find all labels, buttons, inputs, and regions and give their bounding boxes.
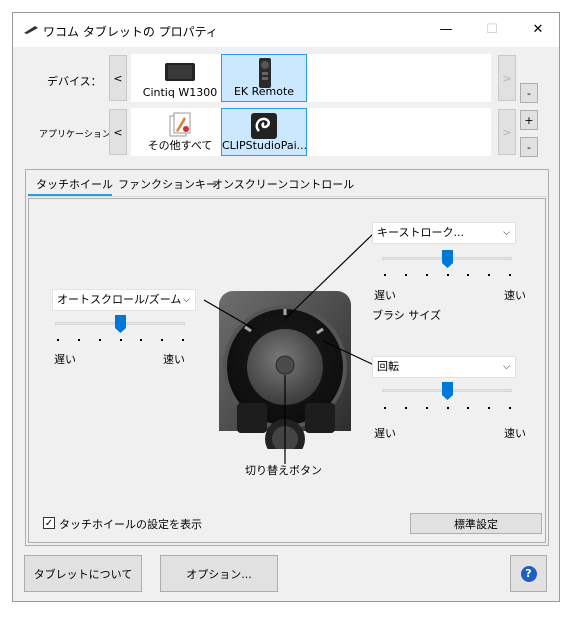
- slider-tick: [446, 274, 449, 276]
- device-name: EK Remote: [233, 85, 295, 98]
- slider-tick: [467, 407, 470, 409]
- top-right-fast-label: 速い: [504, 289, 526, 302]
- app-tile-all[interactable]: その他すべて: [137, 108, 223, 156]
- devices-prev-button[interactable]: <: [109, 55, 127, 101]
- touch-wheel-tab-content: オートスクロール/ズーム ⌵ 遅い 速い キーストローク... ⌵ 遅い 速い …: [28, 198, 546, 543]
- applications-next-button[interactable]: >: [498, 109, 516, 155]
- devices-next-button[interactable]: >: [498, 55, 516, 101]
- add-application-button[interactable]: +: [520, 110, 538, 130]
- applications-label: アプリケーション:: [39, 130, 114, 140]
- app-name: その他すべて: [147, 139, 213, 152]
- tab-touch-wheel[interactable]: タッチホイール: [36, 176, 113, 192]
- slider-tick: [119, 339, 122, 341]
- tab-onscreen-controls[interactable]: オンスクリーンコントロール: [212, 176, 354, 192]
- toggle-button-caption: 切り替えボタン: [245, 464, 322, 477]
- about-tablet-button[interactable]: タブレットについて: [24, 555, 142, 592]
- slider-tick: [384, 407, 386, 409]
- app-name: CLIPStudioPai...: [222, 139, 306, 152]
- device-tile-cintiq[interactable]: Cintiq W1300: [137, 54, 223, 102]
- slider-tick: [161, 339, 164, 341]
- clip-studio-icon: [251, 113, 277, 139]
- top-right-speed-slider[interactable]: [441, 250, 453, 268]
- slider-tick: [404, 274, 407, 276]
- help-icon: ?: [520, 565, 537, 582]
- left-fast-label: 速い: [163, 353, 185, 366]
- all-apps-icon: [169, 112, 191, 137]
- slider-tick: [98, 339, 101, 341]
- dropdown-value: キーストローク...: [377, 226, 464, 239]
- slider-tick: [425, 407, 428, 409]
- slider-tick: [467, 274, 470, 276]
- bottom-right-speed-ticks: [384, 407, 511, 410]
- bottom-right-fast-label: 速い: [504, 427, 526, 440]
- tablet-icon: [165, 63, 195, 81]
- applications-list: その他すべて CLIPStudioPai...: [131, 108, 491, 156]
- left-slow-label: 遅い: [54, 353, 76, 366]
- remove-application-button[interactable]: -: [520, 137, 538, 157]
- settings-panel: タッチホイール ファンクションキー オンスクリーンコントロール オートスクロール…: [25, 169, 549, 546]
- slider-tick: [384, 274, 386, 276]
- top-right-action-dropdown[interactable]: キーストローク... ⌵: [372, 222, 516, 244]
- left-speed-ticks: [57, 339, 184, 342]
- dropdown-value: 回転: [377, 360, 399, 373]
- title-bar: ワコム タブレットの プロパティ — ☐ ✕: [13, 13, 559, 47]
- window-title: ワコム タブレットの プロパティ: [43, 25, 218, 39]
- device-tile-ek-remote[interactable]: EK Remote: [221, 54, 307, 102]
- device-name: Cintiq W1300: [142, 86, 218, 99]
- active-tab-indicator: [28, 194, 112, 196]
- show-settings-label: タッチホイールの設定を表示: [59, 518, 202, 531]
- chevron-down-icon: ⌵: [183, 295, 190, 305]
- default-settings-button[interactable]: 標準設定: [410, 513, 542, 534]
- options-button[interactable]: オプション...: [160, 555, 278, 592]
- top-right-speed-ticks: [384, 274, 511, 277]
- checkmark-icon: ✓: [44, 517, 54, 529]
- top-right-slow-label: 遅い: [374, 289, 396, 302]
- show-settings-checkbox[interactable]: ✓: [43, 517, 55, 529]
- app-tile-clip-studio[interactable]: CLIPStudioPai...: [221, 108, 307, 156]
- slider-tick: [182, 339, 184, 341]
- slider-tick: [488, 274, 491, 276]
- slider-tick: [404, 407, 407, 409]
- remove-device-button[interactable]: -: [520, 83, 538, 103]
- maximize-button[interactable]: ☐: [469, 13, 515, 45]
- chevron-down-icon: ⌵: [503, 228, 510, 238]
- slider-tick: [57, 339, 59, 341]
- chevron-down-icon: ⌵: [503, 362, 510, 372]
- slider-tick: [446, 407, 449, 409]
- dropdown-value: オートスクロール/ズーム: [57, 293, 182, 306]
- tab-bar: タッチホイール ファンクションキー オンスクリーンコントロール: [26, 170, 548, 197]
- bottom-right-action-dropdown[interactable]: 回転 ⌵: [372, 356, 516, 378]
- tab-function-keys[interactable]: ファンクションキー: [118, 176, 217, 192]
- bottom-right-slow-label: 遅い: [374, 427, 396, 440]
- slider-tick: [509, 274, 511, 276]
- minimize-button[interactable]: —: [423, 13, 469, 45]
- left-speed-slider[interactable]: [114, 315, 126, 333]
- slider-tick: [488, 407, 491, 409]
- applications-prev-button[interactable]: <: [109, 109, 127, 155]
- close-button[interactable]: ✕: [515, 13, 561, 45]
- help-button[interactable]: ?: [510, 555, 547, 592]
- wacom-app-icon: [24, 26, 38, 34]
- devices-label: デバイス：: [47, 75, 102, 88]
- slider-tick: [509, 407, 511, 409]
- slider-tick: [425, 274, 428, 276]
- bottom-right-speed-slider[interactable]: [441, 382, 453, 400]
- slider-tick: [77, 339, 80, 341]
- properties-window: ワコム タブレットの プロパティ — ☐ ✕ デバイス： < Cintiq W1…: [12, 12, 560, 602]
- slider-tick: [140, 339, 143, 341]
- left-action-dropdown[interactable]: オートスクロール/ズーム ⌵: [52, 289, 196, 311]
- brush-size-caption: ブラシ サイズ: [372, 309, 441, 322]
- devices-list: Cintiq W1300 EK Remote: [131, 54, 491, 102]
